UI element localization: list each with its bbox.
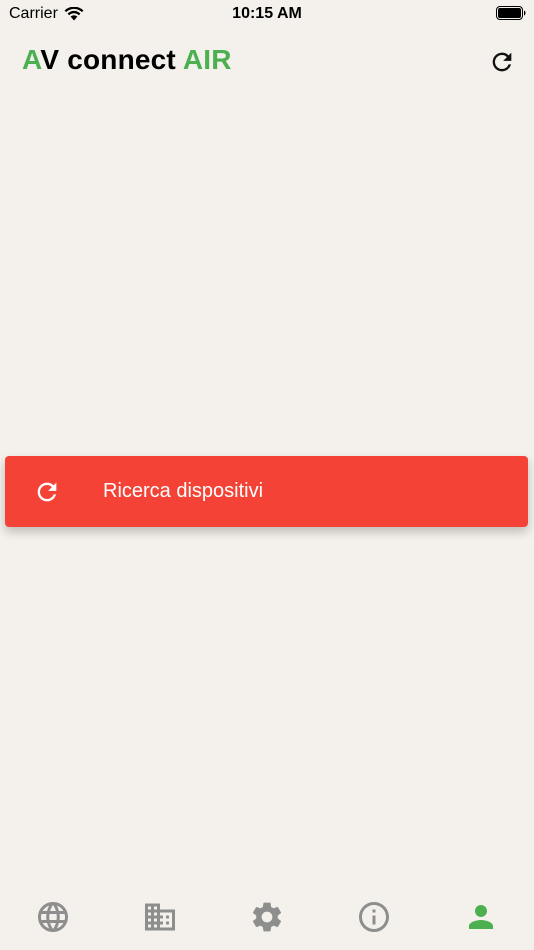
scan-devices-label: Ricerca dispositivi xyxy=(103,480,264,502)
app-title-suffix: AIR xyxy=(182,44,232,75)
app-header: AV connect AIR xyxy=(0,42,534,86)
tab-bar xyxy=(0,884,534,950)
tab-info[interactable] xyxy=(320,884,427,950)
battery-icon xyxy=(496,6,526,20)
refresh-icon xyxy=(37,482,57,502)
refresh-icon[interactable] xyxy=(488,48,516,76)
person-icon xyxy=(468,905,493,929)
tab-building[interactable] xyxy=(107,884,214,950)
building-icon xyxy=(145,903,176,931)
status-bar: Carrier 10:15 AM xyxy=(0,0,534,28)
tab-settings[interactable] xyxy=(214,884,321,950)
app-title-initial: A xyxy=(22,44,41,75)
tab-profile[interactable] xyxy=(427,884,534,950)
gear-icon xyxy=(252,902,281,932)
app-title: AV connect AIR xyxy=(22,44,232,76)
app-title-main: V connect xyxy=(40,44,183,75)
scan-devices-banner[interactable]: Ricerca dispositivi xyxy=(5,456,528,527)
clock: 10:15 AM xyxy=(232,5,302,22)
tab-globe[interactable] xyxy=(0,884,107,950)
globe-icon xyxy=(38,902,69,932)
info-icon xyxy=(358,902,389,932)
